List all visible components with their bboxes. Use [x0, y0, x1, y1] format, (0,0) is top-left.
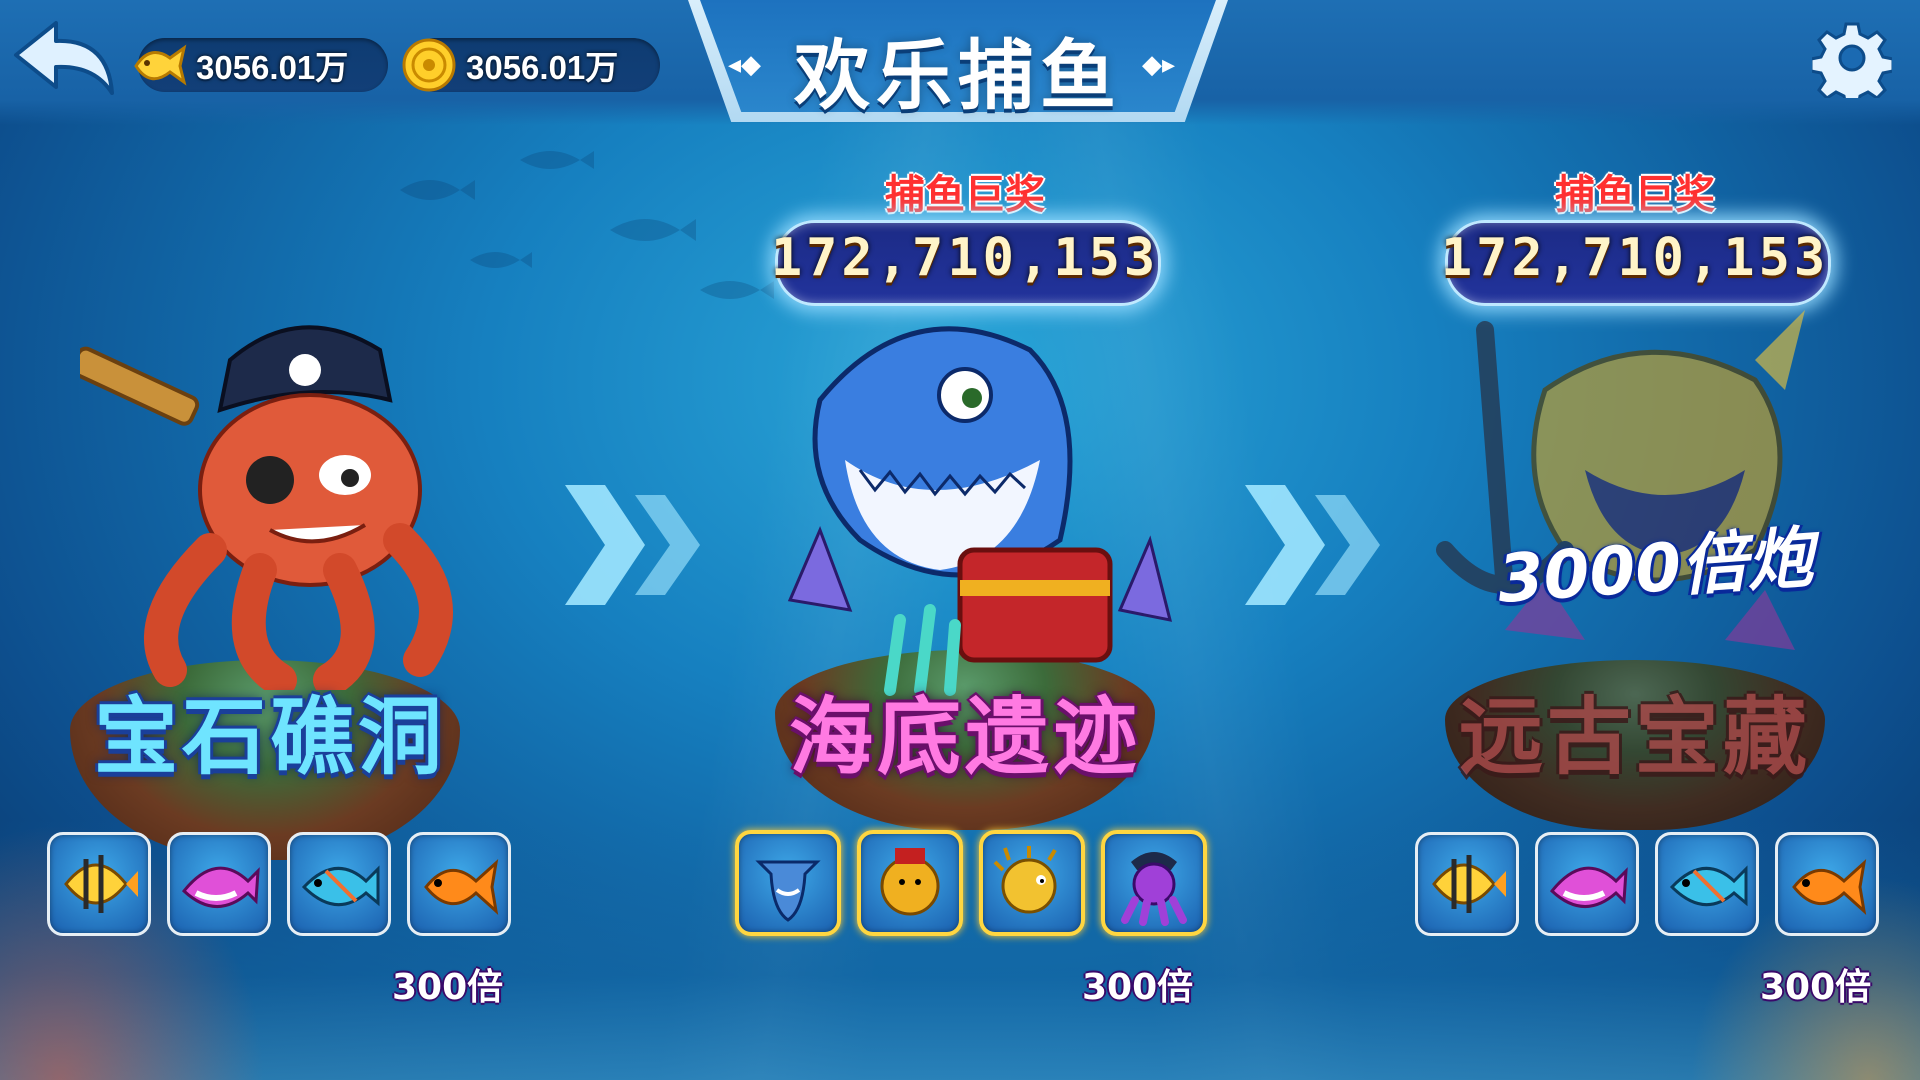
room-fish-list — [47, 832, 511, 936]
goldfish-icon — [407, 832, 511, 936]
gold-coin-icon — [402, 38, 456, 92]
chevron-right-icon — [565, 485, 700, 605]
jackpot-label: 捕鱼巨奖 — [885, 172, 1045, 218]
room-multiplier-label: 300倍 — [1760, 967, 1872, 1008]
room-card-gem-reef[interactable]: 宝石礁洞 — [40, 270, 500, 860]
pink-fish-icon — [167, 832, 271, 936]
jackpot-label: 捕鱼巨奖 — [1555, 172, 1715, 218]
pirate-octopus-icon — [1101, 830, 1207, 936]
room-multiplier-label: 300倍 — [392, 967, 504, 1008]
jackpot-value: 172,710,153 — [1440, 228, 1830, 288]
gold-fish-coin-icon — [134, 44, 187, 86]
room-multiplier-label: 300倍 — [1082, 967, 1194, 1008]
room-name: 宝石礁洞 — [93, 688, 446, 786]
page-title: 欢乐捕鱼 — [794, 31, 1122, 120]
hammerhead-shark-icon — [735, 830, 841, 936]
fish-currency-display: 3056.01万 — [134, 38, 388, 92]
fortune-god-icon — [857, 830, 963, 936]
fish-currency-value: 3056.01万 — [196, 49, 349, 86]
room-card-ancient-treasure[interactable]: 捕鱼巨奖 172,710,153 远古宝藏 — [1405, 150, 1875, 830]
blue-fish-icon — [1655, 832, 1759, 936]
goldfish-icon — [1775, 832, 1879, 936]
room-name: 远古宝藏 — [1458, 688, 1811, 786]
jackpot-banner: 捕鱼巨奖 172,710,153 — [1435, 162, 1835, 307]
gold-currency-display: 3056.01万 — [402, 38, 660, 92]
jackpot-value: 172,710,153 — [770, 228, 1160, 288]
room-name: 海底遗迹 — [788, 688, 1141, 786]
room-fish-list — [1415, 832, 1879, 936]
pink-fish-icon — [1535, 832, 1639, 936]
golden-pufferfish-icon — [979, 830, 1085, 936]
chevron-right-icon — [1245, 485, 1380, 605]
pirate-octopus-icon — [80, 325, 453, 690]
blue-fish-icon — [287, 832, 391, 936]
settings-gear-icon[interactable] — [1812, 18, 1892, 98]
golden-shark-anchor-icon — [1436, 310, 1805, 650]
back-button[interactable] — [8, 15, 118, 100]
gold-currency-value: 3056.01万 — [466, 49, 619, 86]
angelfish-icon — [47, 832, 151, 936]
room-fish-list — [735, 830, 1207, 936]
shark-treasure-icon — [787, 326, 1173, 696]
jackpot-banner: 捕鱼巨奖 172,710,153 — [765, 162, 1165, 307]
room-card-seabed-ruins[interactable]: 捕鱼巨奖 172,710,153 海底遗迹 — [730, 150, 1200, 830]
angelfish-icon — [1415, 832, 1519, 936]
